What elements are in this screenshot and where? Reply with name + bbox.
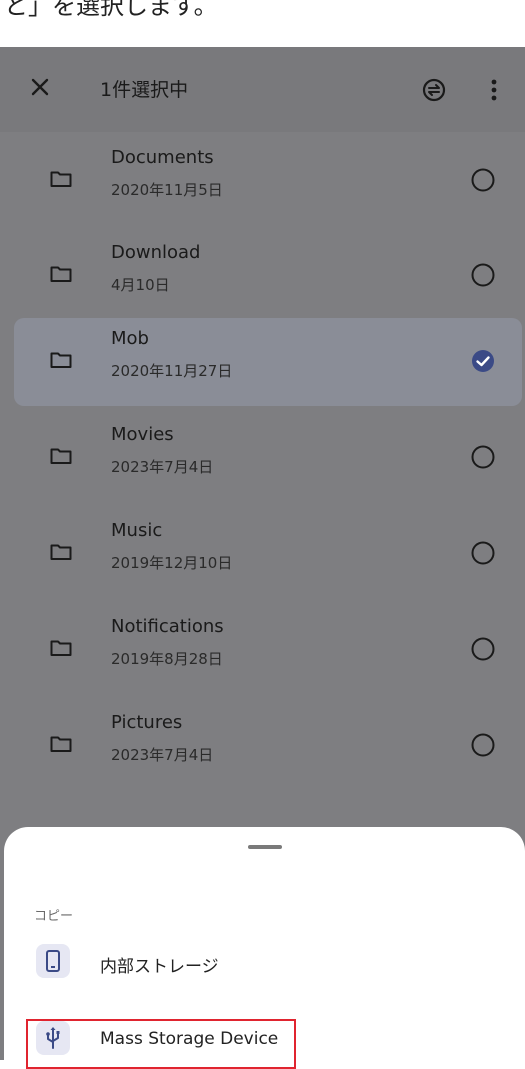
highlight-annotation — [26, 1019, 296, 1069]
folder-row[interactable]: Pictures 2023年7月4日 — [14, 702, 522, 790]
close-icon[interactable] — [25, 72, 55, 102]
folder-row[interactable]: Movies 2023年7月4日 — [14, 414, 522, 502]
folder-row[interactable]: Mob 2020年11月27日 — [14, 318, 522, 406]
unchecked-radio-icon[interactable] — [470, 444, 496, 470]
folder-date: 2023年7月4日 — [111, 746, 214, 764]
selection-app-bar: 1件選択中 — [0, 47, 525, 132]
unchecked-radio-icon[interactable] — [470, 636, 496, 662]
destination-internal-storage[interactable]: 内部ストレージ — [30, 940, 510, 986]
folder-date: 2019年12月10日 — [111, 554, 233, 572]
folder-row[interactable]: Download 4月10日 — [14, 232, 522, 320]
folder-date: 2023年7月4日 — [111, 458, 214, 476]
folder-name: Download — [111, 242, 201, 263]
folder-icon — [50, 266, 72, 282]
folder-icon — [50, 448, 72, 464]
unchecked-radio-icon[interactable] — [470, 262, 496, 288]
folder-name: Pictures — [111, 712, 183, 733]
folder-name: Documents — [111, 147, 214, 168]
destination-label: 内部ストレージ — [100, 957, 219, 977]
folder-icon — [50, 352, 72, 368]
folder-row[interactable]: Notifications 2019年8月28日 — [14, 606, 522, 694]
folder-row[interactable]: Documents 2020年11月5日 — [14, 137, 522, 225]
sheet-heading: コピー — [34, 909, 74, 924]
folder-date: 2019年8月28日 — [111, 650, 223, 668]
folder-date: 2020年11月5日 — [111, 181, 223, 199]
folder-name: Music — [111, 520, 163, 541]
folder-icon — [50, 736, 72, 752]
sync-icon[interactable] — [420, 76, 448, 104]
folder-date: 4月10日 — [111, 276, 170, 294]
folder-icon — [50, 171, 72, 187]
folder-name: Mob — [111, 328, 149, 349]
file-manager-screen: 1件選択中 Documents 2020年11月5日 Download 4月10日 Mo… — [0, 47, 525, 1060]
folder-name: Movies — [111, 424, 174, 445]
folder-icon — [50, 544, 72, 560]
instruction-caption: と」を選択します。 — [4, 0, 218, 20]
folder-name: Notifications — [111, 616, 224, 637]
more-vertical-icon[interactable] — [484, 75, 504, 105]
unchecked-radio-icon[interactable] — [470, 167, 496, 193]
unchecked-radio-icon[interactable] — [470, 540, 496, 566]
folder-date: 2020年11月27日 — [111, 362, 233, 380]
unchecked-radio-icon[interactable] — [470, 732, 496, 758]
drag-handle[interactable] — [248, 845, 282, 849]
checked-icon[interactable] — [470, 348, 496, 374]
folder-icon — [50, 640, 72, 656]
folder-row[interactable]: Music 2019年12月10日 — [14, 510, 522, 598]
selection-count-title: 1件選択中 — [100, 79, 189, 101]
phone-icon — [36, 944, 70, 978]
